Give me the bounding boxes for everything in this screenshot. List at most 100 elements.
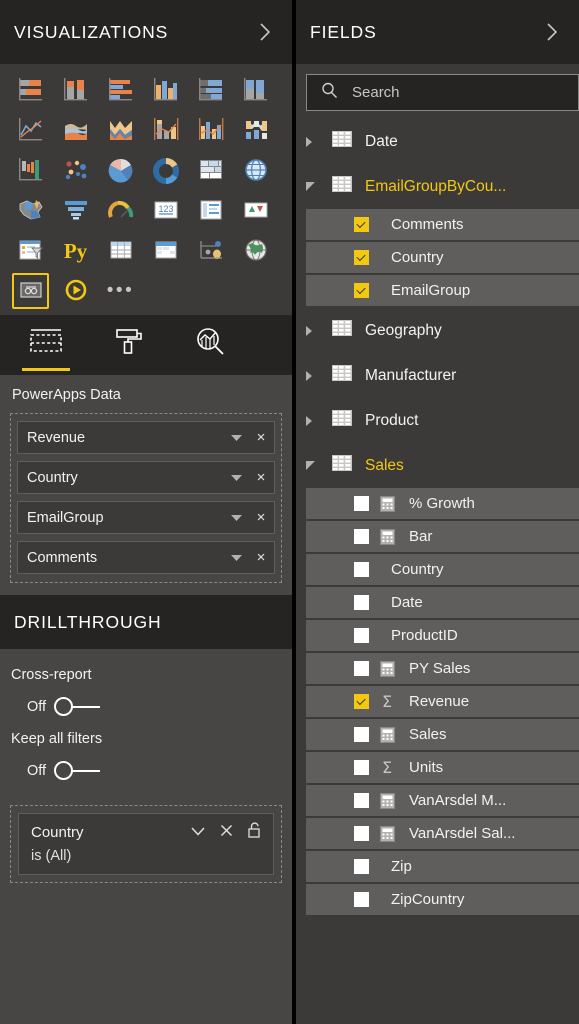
field-checkbox[interactable] [354,250,369,265]
play-axis-visual-icon[interactable] [53,271,98,311]
chevron-right-icon[interactable] [540,18,565,46]
line-chart-icon[interactable] [8,111,53,151]
clustered-bar-chart-icon[interactable] [98,71,143,111]
expand-collapse-icon[interactable] [306,415,332,426]
gauge-chart-icon[interactable] [98,191,143,231]
field-checkbox[interactable] [354,859,369,874]
table-visual-icon[interactable] [98,231,143,271]
chevron-down-icon[interactable] [231,549,242,567]
field-checkbox[interactable] [354,793,369,808]
field-well-item[interactable]: Country × [17,461,275,494]
cross-report-toggle[interactable] [54,697,102,717]
tab-fields[interactable] [20,315,72,371]
close-icon[interactable]: × [254,430,268,445]
keep-all-filters-toggle-row[interactable]: Off [0,747,292,789]
field-checkbox[interactable] [354,496,369,511]
close-icon[interactable]: × [254,510,268,525]
field-well-item[interactable]: Comments × [17,541,275,574]
donut-chart-icon[interactable] [143,151,188,191]
python-visual-icon[interactable]: Py [53,231,98,271]
field-item[interactable]: ProductID [306,620,579,651]
expand-collapse-icon[interactable] [306,325,332,336]
cross-report-toggle-row[interactable]: Off [0,683,292,725]
chevron-right-icon[interactable] [253,18,278,46]
field-checkbox[interactable] [354,562,369,577]
field-checkbox[interactable] [354,283,369,298]
field-item[interactable]: % Growth [306,488,579,519]
field-checkbox[interactable] [354,529,369,544]
field-checkbox[interactable] [354,694,369,709]
unlock-icon[interactable] [247,822,261,843]
field-item[interactable]: Zip [306,851,579,882]
slicer-visual-icon[interactable] [8,231,53,271]
stacked-area-chart-icon[interactable] [98,111,143,151]
field-item[interactable]: Comments [306,209,579,240]
filter-card[interactable]: Country is (All) [18,813,274,875]
expand-collapse-icon[interactable] [306,370,332,381]
close-icon[interactable]: × [254,550,268,565]
pie-chart-icon[interactable] [98,151,143,191]
chevron-down-icon[interactable] [231,469,242,487]
scatter-chart-icon[interactable] [53,151,98,191]
field-item[interactable]: EmailGroup [306,275,579,306]
fields-table-manufacturer[interactable]: Manufacturer [306,353,579,398]
hundred-percent-stacked-column-chart-icon[interactable] [233,71,278,111]
chevron-down-icon[interactable] [190,824,206,842]
keep-all-filters-toggle[interactable] [54,761,102,781]
field-item[interactable]: Bar [306,521,579,552]
field-checkbox[interactable] [354,661,369,676]
field-well-item[interactable]: Revenue × [17,421,275,454]
field-well-item[interactable]: EmailGroup × [17,501,275,534]
chevron-down-icon[interactable] [231,429,242,447]
area-chart-icon[interactable] [53,111,98,151]
field-item[interactable]: Date [306,587,579,618]
field-checkbox[interactable] [354,826,369,841]
r-script-visual-icon[interactable] [188,231,233,271]
powerapps-visual-icon[interactable] [8,271,53,311]
ribbon-chart-icon[interactable] [233,111,278,151]
field-checkbox[interactable] [354,595,369,610]
funnel-chart-icon[interactable] [53,191,98,231]
field-item[interactable]: ZipCountry [306,884,579,915]
field-item[interactable]: Country [306,242,579,273]
field-item[interactable]: Σ Units [306,752,579,783]
tab-analytics[interactable] [184,315,236,371]
fields-table-product[interactable]: Product [306,398,579,443]
field-checkbox[interactable] [354,628,369,643]
drillthrough-filter-dropzone[interactable]: Country is (All) [10,805,282,883]
search-input[interactable]: Search [306,74,579,111]
matrix-visual-icon[interactable] [143,231,188,271]
multi-row-card-visual-icon[interactable] [188,191,233,231]
fields-table-date[interactable]: Date [306,119,579,164]
more-visuals-icon[interactable]: ••• [98,271,143,311]
field-checkbox[interactable] [354,760,369,775]
stacked-bar-chart-icon[interactable] [8,71,53,111]
field-checkbox[interactable] [354,892,369,907]
field-item[interactable]: Sales [306,719,579,750]
fields-table-emailgroupbycountry[interactable]: EmailGroupByCou... [306,164,579,209]
close-icon[interactable] [220,824,233,842]
field-item[interactable]: Country [306,554,579,585]
filled-map-visual-icon[interactable] [8,191,53,231]
expand-collapse-icon[interactable] [306,461,332,470]
field-item[interactable]: Σ Revenue [306,686,579,717]
card-visual-icon[interactable]: 123 [143,191,188,231]
field-well-dropzone[interactable]: Revenue × Country × EmailGroup × Comment… [10,413,282,583]
chevron-down-icon[interactable] [231,509,242,527]
fields-table-sales[interactable]: Sales [306,443,579,488]
waterfall-chart-icon[interactable] [8,151,53,191]
tab-format[interactable] [102,315,154,371]
stacked-column-chart-icon[interactable] [53,71,98,111]
field-checkbox[interactable] [354,217,369,232]
kpi-visual-icon[interactable] [233,191,278,231]
hundred-percent-stacked-bar-chart-icon[interactable] [188,71,233,111]
fields-table-geography[interactable]: Geography [306,308,579,353]
close-icon[interactable]: × [254,470,268,485]
clustered-column-chart-icon[interactable] [143,71,188,111]
field-item[interactable]: VanArsdel M... [306,785,579,816]
map-visual-icon[interactable] [233,151,278,191]
field-item[interactable]: PY Sales [306,653,579,684]
line-and-clustered-column-chart-icon[interactable] [188,111,233,151]
line-and-stacked-column-chart-icon[interactable] [143,111,188,151]
arcgis-map-visual-icon[interactable] [233,231,278,271]
